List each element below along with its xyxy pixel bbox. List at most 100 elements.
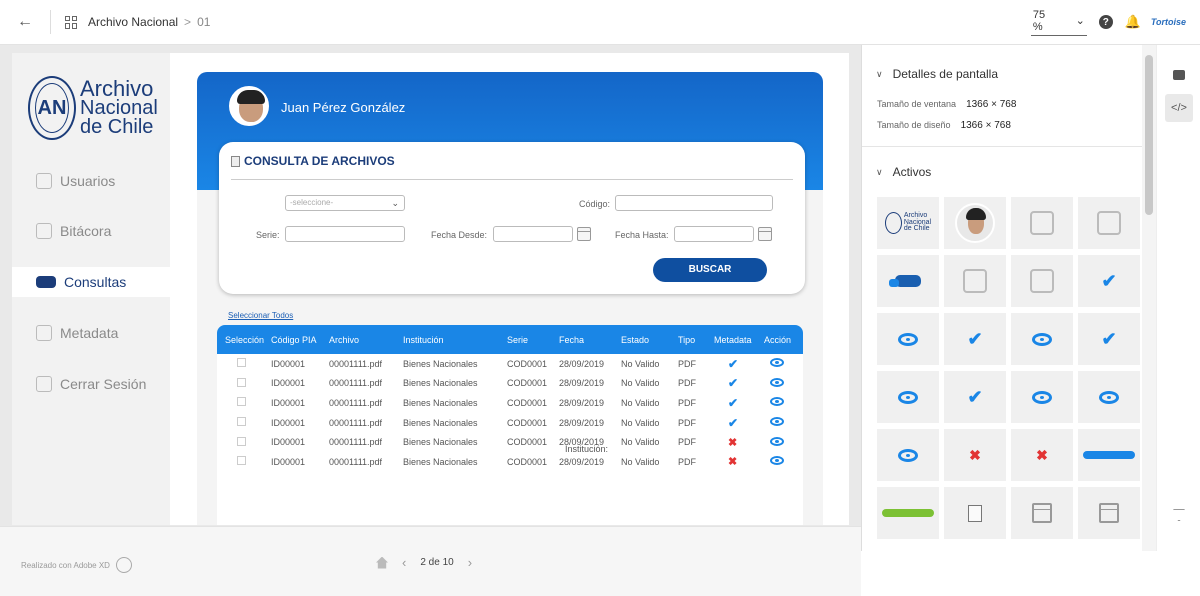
table-cell: 28/09/2019 — [559, 417, 605, 428]
asset-tile[interactable] — [877, 371, 939, 423]
serie-input[interactable] — [285, 226, 405, 242]
bell-icon[interactable]: 🔔 — [1125, 15, 1141, 29]
logo-text: Archivo Nacional de Chile — [80, 77, 158, 137]
sidebar-item-cerrar-sesion[interactable]: Cerrar Sesión — [12, 369, 170, 399]
row-checkbox[interactable] — [237, 436, 246, 446]
table-cell: COD0001 — [507, 358, 548, 369]
asset-tile[interactable] — [1078, 429, 1140, 481]
bottom-bar: Realizado con Adobe XD ‹ 2 de 10 › — [0, 526, 861, 596]
column-header: Acción — [764, 334, 792, 345]
view-eye-icon[interactable] — [770, 436, 784, 446]
eye-icon — [898, 448, 918, 462]
view-eye-icon[interactable] — [770, 397, 784, 407]
assets-header[interactable]: ∨ Activos — [876, 165, 931, 179]
column-header: Estado — [621, 334, 650, 345]
table-cell: No Valido — [621, 358, 660, 369]
grid-icon[interactable] — [65, 15, 78, 29]
asset-tile[interactable] — [1011, 255, 1073, 307]
sidebar-item-bitacora[interactable]: Bitácora — [12, 216, 170, 246]
column-header: Serie — [507, 334, 529, 345]
home-icon[interactable] — [376, 556, 388, 569]
view-eye-icon[interactable] — [770, 456, 784, 466]
view-eye-icon[interactable] — [770, 358, 784, 368]
asset-tile[interactable] — [1011, 487, 1073, 539]
row-checkbox[interactable] — [237, 377, 246, 387]
table-cell — [217, 417, 269, 428]
results-table: Selección Código PIA Archivo Institución… — [217, 325, 803, 525]
back-arrow-icon[interactable]: ← — [0, 13, 50, 31]
asset-tile[interactable] — [1011, 197, 1073, 249]
calendar-icon[interactable] — [758, 227, 772, 241]
table-cell: ID00001 — [271, 437, 306, 448]
row-checkbox[interactable] — [237, 397, 246, 407]
sidebar-item-metadata[interactable]: Metadata — [12, 318, 170, 348]
asset-tile[interactable] — [1011, 371, 1073, 423]
asset-tile[interactable] — [1078, 197, 1140, 249]
table-cell — [764, 397, 802, 408]
fecha-desde-input[interactable] — [493, 226, 573, 242]
scrollbar[interactable] — [1142, 45, 1156, 551]
zoom-select[interactable]: 75 % ⌄ — [1030, 8, 1087, 36]
asset-tile[interactable] — [877, 429, 939, 481]
design-size-label: Tamaño de diseño — [877, 120, 951, 130]
asset-tile[interactable]: ✔ — [1078, 313, 1140, 365]
codigo-input[interactable] — [615, 195, 773, 211]
asset-tile[interactable] — [944, 487, 1006, 539]
asset-tile[interactable] — [944, 197, 1006, 249]
check-icon: ✔ — [1101, 270, 1117, 291]
row-checkbox[interactable] — [237, 417, 246, 427]
filter-icon[interactable] — [1165, 501, 1193, 529]
table-cell — [217, 358, 269, 369]
scrollbar-thumb[interactable] — [1145, 55, 1153, 215]
archivo-logo: AN Archivo Nacional de Chile — [28, 73, 158, 143]
table-row[interactable]: ID00001 00001111.pdf Bienes Nacionales COD0… — [217, 432, 803, 455]
asset-tile[interactable]: ✔ — [1078, 255, 1140, 307]
table-row[interactable]: ID00001 00001111.pdf Bienes Nacionales COD0… — [217, 393, 803, 413]
table-cell: ID00001 — [271, 417, 306, 428]
row-checkbox[interactable] — [237, 358, 246, 368]
column-header: Código PIA — [271, 334, 317, 345]
asset-tile[interactable] — [1011, 313, 1073, 365]
tooltip-label: Institución: — [565, 444, 609, 455]
institution-select[interactable]: -seleccione- ⌄ — [285, 195, 405, 211]
view-eye-icon[interactable] — [770, 377, 784, 387]
calendar-icon[interactable] — [577, 227, 591, 241]
asset-tile[interactable] — [877, 255, 939, 307]
sidebar-item-usuarios[interactable]: Usuarios — [12, 166, 170, 196]
table-row[interactable]: ID00001 00001111.pdf Bienes Nacionales COD0… — [217, 452, 803, 472]
table-row[interactable]: ID00001 00001111.pdf Bienes Nacionales COD0… — [217, 354, 803, 374]
table-cell: 00001111.pdf — [329, 358, 383, 369]
asset-tile[interactable]: ✔ — [944, 371, 1006, 423]
select-all-link[interactable]: Seleccionar Todos — [228, 311, 293, 320]
asset-tile[interactable]: ✔ — [944, 313, 1006, 365]
blue-button-asset — [1083, 451, 1135, 459]
asset-tile[interactable] — [1078, 371, 1140, 423]
comment-icon[interactable] — [1165, 61, 1193, 89]
asset-tile[interactable]: ✖ — [1011, 429, 1073, 481]
table-cell: PDF — [678, 397, 696, 408]
project-title[interactable]: Archivo Nacional — [88, 15, 178, 29]
asset-tile[interactable] — [877, 313, 939, 365]
sidebar-item-consultas[interactable]: Consultas — [12, 267, 170, 297]
table-row[interactable]: ID00001 00001111.pdf Bienes Nacionales COD0… — [217, 413, 803, 433]
properties-panel: ∨ Detalles de pantalla Tamaño de ventana… — [861, 45, 1142, 551]
table-cell: ID00001 — [271, 378, 306, 389]
previous-page-icon[interactable]: ‹ — [402, 555, 406, 570]
asset-tile[interactable]: Archivo Nacional de Chile — [877, 197, 939, 249]
search-button[interactable]: BUSCAR — [653, 258, 767, 282]
view-eye-icon[interactable] — [770, 417, 784, 427]
asset-tile[interactable] — [877, 487, 939, 539]
row-checkbox[interactable] — [237, 456, 246, 466]
asset-tile[interactable]: ✖ — [944, 429, 1006, 481]
asset-tile[interactable] — [1078, 487, 1140, 539]
code-icon[interactable]: </> — [1165, 94, 1193, 122]
zoom-value: 75 % — [1032, 8, 1046, 33]
asset-tile[interactable] — [944, 255, 1006, 307]
sidebar-item-label: Consultas — [64, 274, 127, 290]
help-icon[interactable]: ? — [1098, 15, 1113, 29]
column-header: Metadata — [714, 334, 752, 345]
fecha-hasta-input[interactable] — [674, 226, 754, 242]
next-page-icon[interactable]: › — [468, 555, 472, 570]
table-row[interactable]: ID00001 00001111.pdf Bienes Nacionales COD0… — [217, 374, 803, 394]
screen-details-header[interactable]: ∨ Detalles de pantalla — [876, 67, 998, 81]
